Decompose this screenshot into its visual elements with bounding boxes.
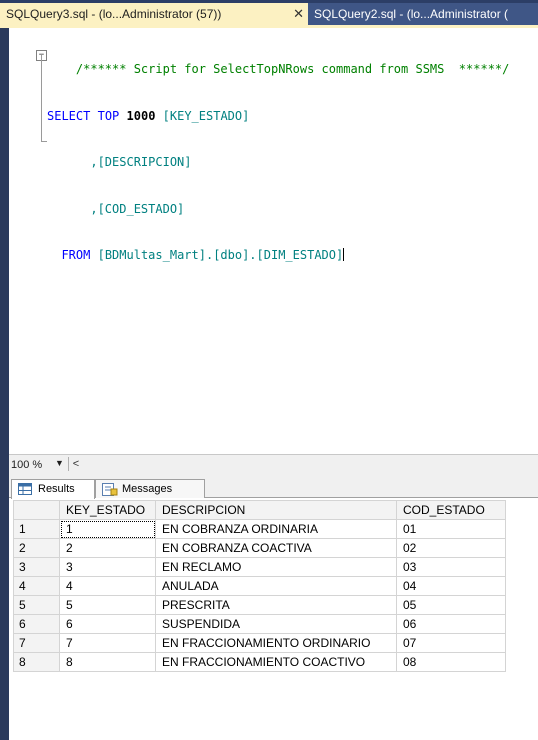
code-line-4: ,[COD_ESTADO] <box>47 202 509 218</box>
code-line-2: SELECT TOP 1000 [KEY_ESTADO] <box>47 109 509 125</box>
cell-key-estado[interactable]: 2 <box>59 538 156 558</box>
sql-code[interactable]: /****** Script for SelectTopNRows comman… <box>47 31 509 295</box>
grid-header-row: KEY_ESTADO DESCRIPCION COD_ESTADO <box>13 500 506 520</box>
cell-key-estado[interactable]: 1 <box>59 519 156 539</box>
column-header-cod-estado[interactable]: COD_ESTADO <box>396 500 506 520</box>
column-header-descripcion[interactable]: DESCRIPCION <box>155 500 397 520</box>
row-number[interactable]: 1 <box>13 519 60 539</box>
row-number[interactable]: 2 <box>13 538 60 558</box>
table-row[interactable]: 4 4 ANULADA 04 <box>13 576 506 596</box>
cell-key-estado[interactable]: 7 <box>59 633 156 653</box>
row-number[interactable]: 6 <box>13 614 60 634</box>
code-line-1: /****** Script for SelectTopNRows comman… <box>47 62 509 78</box>
results-pane: Results Messages KEY_ESTADO DESCRIPCION <box>9 475 538 740</box>
column-cod-estado: ,[COD_ESTADO] <box>90 201 185 216</box>
tab-messages-label: Messages <box>122 483 173 495</box>
cell-descripcion[interactable]: EN COBRANZA ORDINARIA <box>155 519 397 539</box>
zoom-bar: 100 % ▼ < <box>9 454 538 475</box>
top-number: 1000 <box>126 108 156 123</box>
editor-gutter <box>9 28 37 454</box>
tab-sqlquery3[interactable]: SQLQuery3.sql - (lo...Administrator (57)… <box>0 3 312 25</box>
table-row[interactable]: 6 6 SUSPENDIDA 06 <box>13 614 506 634</box>
row-number[interactable]: 7 <box>13 633 60 653</box>
row-number[interactable]: 8 <box>13 652 60 672</box>
cell-cod-estado[interactable]: 06 <box>396 614 506 634</box>
zoom-level[interactable]: 100 % <box>11 459 42 471</box>
cell-cod-estado[interactable]: 01 <box>396 519 506 539</box>
cell-descripcion[interactable]: EN FRACCIONAMIENTO ORDINARIO <box>155 633 397 653</box>
cell-descripcion[interactable]: EN RECLAMO <box>155 557 397 577</box>
sql-comment: /****** Script for SelectTopNRows comman… <box>75 62 510 76</box>
table-row[interactable]: 3 3 EN RECLAMO 03 <box>13 557 506 577</box>
cell-descripcion[interactable]: SUSPENDIDA <box>155 614 397 634</box>
cell-cod-estado[interactable]: 03 <box>396 557 506 577</box>
query-editor[interactable]: − /****** Script for SelectTopNRows comm… <box>9 28 538 454</box>
document-tab-strip: SQLQuery3.sql - (lo...Administrator (57)… <box>0 0 538 25</box>
code-line-3: ,[DESCRIPCION] <box>47 155 509 171</box>
results-grid[interactable]: KEY_ESTADO DESCRIPCION COD_ESTADO 1 1 EN C… <box>13 500 506 672</box>
cell-key-estado[interactable]: 8 <box>59 652 156 672</box>
cell-descripcion[interactable]: ANULADA <box>155 576 397 596</box>
keyword-top: TOP <box>97 108 120 123</box>
column-key-estado: [KEY_ESTADO] <box>162 108 250 123</box>
row-number[interactable]: 4 <box>13 576 60 596</box>
table-row[interactable]: 7 7 EN FRACCIONAMIENTO ORDINARIO 07 <box>13 633 506 653</box>
results-table: KEY_ESTADO DESCRIPCION COD_ESTADO 1 1 EN C… <box>13 500 506 672</box>
tab-label: SQLQuery2.sql - (lo...Administrator ( <box>314 7 509 21</box>
tab-results-label: Results <box>38 483 75 495</box>
row-number[interactable]: 5 <box>13 595 60 615</box>
row-number[interactable]: 3 <box>13 557 60 577</box>
table-reference: [BDMultas_Mart].[dbo].[DIM_ESTADO] <box>97 248 344 262</box>
cell-key-estado[interactable]: 5 <box>59 595 156 615</box>
grid-corner[interactable] <box>13 500 60 520</box>
column-descripcion: ,[DESCRIPCION] <box>90 155 192 169</box>
cell-cod-estado[interactable]: 04 <box>396 576 506 596</box>
keyword-from: FROM <box>61 248 91 262</box>
chevron-down-icon[interactable]: ▼ <box>55 458 64 468</box>
cell-descripcion[interactable]: EN FRACCIONAMIENTO COACTIVO <box>155 652 397 672</box>
cell-key-estado[interactable]: 4 <box>59 576 156 596</box>
grid-icon <box>18 483 32 501</box>
cell-descripcion[interactable]: EN COBRANZA COACTIVA <box>155 538 397 558</box>
cell-cod-estado[interactable]: 05 <box>396 595 506 615</box>
keyword-select: SELECT <box>47 108 91 123</box>
results-tab-strip: Results Messages <box>9 475 538 499</box>
cell-descripcion[interactable]: PRESCRITA <box>155 595 397 615</box>
tab-messages[interactable]: Messages <box>95 479 205 498</box>
cell-key-estado[interactable]: 3 <box>59 557 156 577</box>
table-row[interactable]: 1 1 EN COBRANZA ORDINARIA 01 <box>13 519 506 539</box>
tab-results[interactable]: Results <box>11 479 95 499</box>
column-header-key-estado[interactable]: KEY_ESTADO <box>59 500 156 520</box>
text-caret <box>343 248 345 261</box>
cell-cod-estado[interactable]: 08 <box>396 652 506 672</box>
close-icon[interactable]: ✕ <box>293 3 304 25</box>
outline-line <box>41 55 42 141</box>
table-row[interactable]: 5 5 PRESCRITA 05 <box>13 595 506 615</box>
tab-sqlquery2[interactable]: SQLQuery2.sql - (lo...Administrator ( <box>308 3 538 25</box>
code-line-5: FROM [BDMultas_Mart].[dbo].[DIM_ESTADO] <box>47 248 509 264</box>
table-row[interactable]: 8 8 EN FRACCIONAMIENTO COACTIVO 08 <box>13 652 506 672</box>
table-row[interactable]: 2 2 EN COBRANZA COACTIVA 02 <box>13 538 506 558</box>
cell-cod-estado[interactable]: 02 <box>396 538 506 558</box>
cell-cod-estado[interactable]: 07 <box>396 633 506 653</box>
scroll-left-icon[interactable]: < <box>68 457 83 471</box>
cell-key-estado[interactable]: 6 <box>59 614 156 634</box>
tab-label: SQLQuery3.sql - (lo...Administrator (57)… <box>6 7 222 21</box>
